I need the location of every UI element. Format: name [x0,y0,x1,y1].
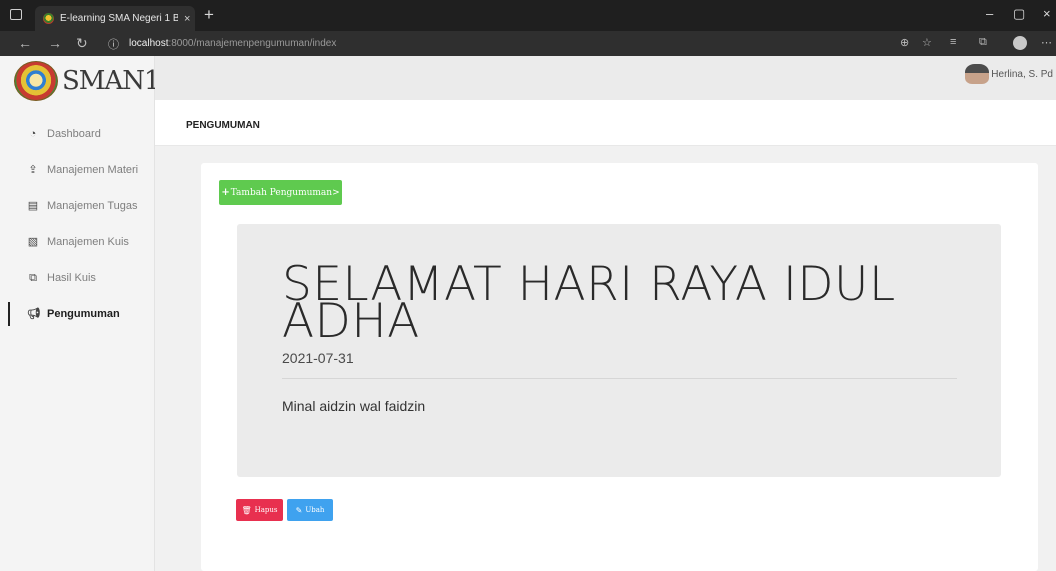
sidebar-item-manajemen-kuis[interactable]: ▧ Manajemen Kuis [0,224,155,260]
tasks-icon: ▤ [27,200,39,212]
sidebar-menu: ◔ Dashboard ⇪ Manajemen Materi ▤ Manajem… [0,116,155,332]
results-icon: ⧉ [29,272,37,284]
page-title: PENGUMUMAN [186,120,260,131]
url-host: localhost [129,38,169,49]
sidebar-item-hasil-kuis[interactable]: ⧉ Hasil Kuis [0,260,155,296]
url-path: :8000/manajemenpengumuman/index [168,38,337,49]
school-favicon-icon [43,13,54,24]
new-tab-icon[interactable]: + [204,5,214,25]
tab-actions-icon[interactable] [10,9,22,20]
edit-label: Ubah [305,506,325,514]
megaphone-icon: 📢︎ [27,308,41,320]
add-favorite-icon[interactable]: ☆ [922,36,932,49]
divider [282,378,957,379]
browser-tab[interactable]: E-learning SMA Negeri 1 Batang × [35,6,195,31]
forward-icon[interactable]: → [48,35,62,51]
quiz-icon: ▧ [27,236,39,248]
user-menu[interactable]: Herlina, S. Pd [965,64,1053,84]
sidebar-item-dashboard[interactable]: ◔ Dashboard [0,116,155,152]
sidebar-item-pengumuman[interactable]: 📢︎ Pengumuman [0,296,155,332]
announcement-date: 2021-07-31 [282,350,354,366]
plus-icon: + [221,187,230,198]
sidebar-item-manajemen-materi[interactable]: ⇪ Manajemen Materi [0,152,155,188]
upload-icon: ⇪ [28,164,38,176]
sidebar-item-label: Manajemen Tugas [47,200,138,212]
announcement-card: + Tambah Pengumuman> SELAMAT HARI RAYA ID… [201,163,1038,571]
pencil-icon: ✎ [295,505,303,515]
announcement-title: SELAMAT HARI RAYA IDUL ADHA [282,257,896,349]
more-menu-icon[interactable]: ⋯ [1041,36,1052,49]
site-info-icon[interactable]: ⓘ [108,36,119,52]
user-name: Herlina, S. Pd [991,68,1053,80]
url-input[interactable]: ⓘ localhost:8000/manajemenpengumuman/ind… [108,34,968,53]
tab-title: E-learning SMA Negeri 1 Batang [60,13,178,24]
trash-icon: 🗑︎ [241,505,252,515]
delete-button[interactable]: 🗑︎ Hapus [236,499,283,521]
sidebar-item-label: Manajemen Materi [47,164,139,176]
page-header: PENGUMUMAN [155,100,1056,146]
close-window-icon[interactable]: × [1043,6,1051,21]
announcement-body: Minal aidzin wal faidzin [282,398,426,414]
refresh-icon[interactable]: ↻ [76,35,88,52]
maximize-icon[interactable]: ▢ [1013,6,1025,22]
tab-close-icon[interactable]: × [184,13,190,25]
zoom-icon[interactable]: ⊕ [900,36,909,49]
add-announcement-label: Tambah Pengumuman> [230,187,340,198]
school-logo[interactable]: SMAN1 [14,60,161,102]
address-bar: ← → ↻ ⓘ localhost:8000/manajemenpengumum… [0,31,1056,56]
sidebar-item-label: Dashboard [47,128,101,140]
profile-avatar-icon[interactable] [1013,36,1027,50]
favorites-icon[interactable]: ≡ [950,36,956,48]
logo-text: SMAN1 [62,66,161,96]
sidebar-item-manajemen-tugas[interactable]: ▤ Manajemen Tugas [0,188,155,224]
edit-button[interactable]: ✎ Ubah [287,499,333,521]
user-avatar [965,64,990,84]
announcement-panel: SELAMAT HARI RAYA IDUL ADHA 2021-07-31 M… [237,224,1001,477]
back-icon[interactable]: ← [18,35,32,51]
school-emblem-icon [14,61,58,101]
dashboard-icon: ◔ [29,128,37,140]
top-bar: Herlina, S. Pd [155,56,1056,100]
collections-icon[interactable]: ⧉ [979,36,987,49]
sidebar: SMAN1 ◔ Dashboard ⇪ Manajemen Materi ▤ M… [0,56,161,571]
delete-label: Hapus [254,506,278,514]
sidebar-item-label: Pengumuman [47,308,120,320]
sidebar-item-label: Hasil Kuis [47,272,96,284]
minimize-icon[interactable]: – [986,6,993,21]
browser-titlebar: E-learning SMA Negeri 1 Batang × + – ▢ × [0,0,1056,31]
sidebar-item-label: Manajemen Kuis [47,236,129,248]
add-announcement-button[interactable]: + Tambah Pengumuman> [219,180,342,205]
